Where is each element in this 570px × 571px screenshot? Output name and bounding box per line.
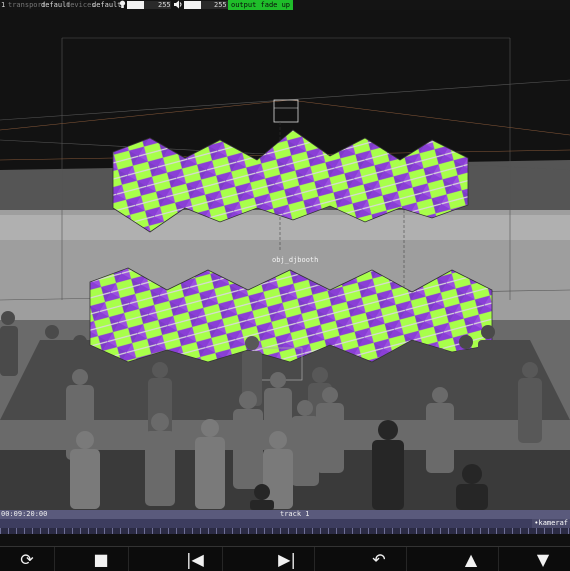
timeline-header: 00:09:20:00 track 1	[0, 510, 570, 519]
camera-clip[interactable]: •kameraf	[532, 519, 570, 528]
up-button[interactable]: ▲	[444, 547, 499, 571]
transport-bar: ⟳ ■ |◀ ▶| ↶ ▲ ▼	[0, 546, 570, 571]
cue-index: 1	[1, 1, 6, 9]
undo-button[interactable]: ↶	[352, 547, 407, 571]
timecode: 00:09:20:00	[1, 510, 48, 518]
devices-value[interactable]: default	[92, 0, 122, 10]
3d-viewport[interactable]: obj_djbooth	[0, 10, 570, 510]
output-label: output	[231, 1, 257, 9]
fade-up-button[interactable]: output fade up	[228, 0, 294, 10]
timeline-panel[interactable]: 00:09:20:00 track 1 •kameraf	[0, 510, 570, 546]
down-button[interactable]: ▼	[516, 547, 570, 571]
stop-button[interactable]: ■	[74, 547, 129, 571]
timeline-empty-area	[0, 534, 570, 546]
loop-button[interactable]: ⟳	[0, 547, 55, 571]
play-button[interactable]: ▶|	[260, 547, 315, 571]
object-label: obj_djbooth	[272, 256, 319, 264]
light-level-value: 255	[158, 1, 171, 9]
track-row[interactable]	[0, 519, 570, 528]
skip-back-icon: |◀	[186, 549, 204, 569]
fade-label: fade up	[260, 1, 291, 9]
undo-icon: ↶	[372, 549, 386, 569]
skip-back-button[interactable]: |◀	[168, 547, 223, 571]
stop-icon: ■	[93, 549, 109, 569]
down-icon: ▼	[536, 549, 550, 569]
play-icon: ▶|	[278, 549, 296, 569]
track-name: track 1	[280, 510, 310, 518]
top-status-bar: 1 transport default devices default 255 …	[0, 0, 570, 10]
up-icon: ▲	[464, 549, 478, 569]
sound-level-value: 255	[214, 1, 227, 9]
loop-icon: ⟳	[20, 549, 34, 569]
